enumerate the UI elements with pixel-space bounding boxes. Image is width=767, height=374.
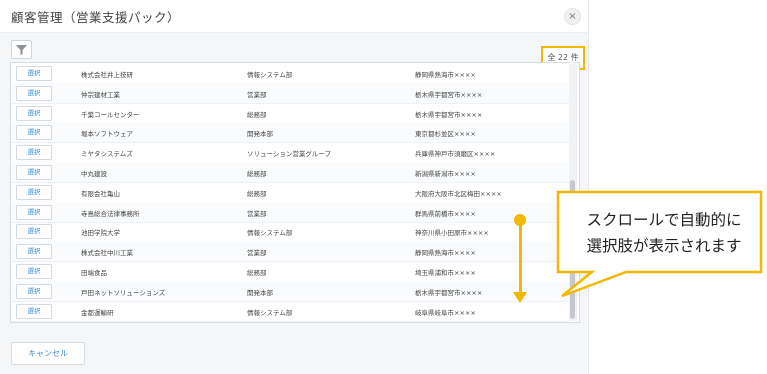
address: 岐阜県岐阜市×××× [415,308,476,317]
address: 静岡県熱海市×××× [415,71,476,79]
department-name: ソリューション営業グループ [247,150,331,159]
table-row: 選択 田端食品 総務部 埼玉県浦和市×××× [11,261,569,282]
select-button[interactable]: 選択 [16,165,52,180]
table-row: 選択 有限会社亀山 総務部 大阪府大阪市北区梅田×××× [11,182,569,203]
cancel-button[interactable]: キャンセル [11,342,85,365]
callout-text: スクロールで自動的に 選択肢が表示されます [566,207,762,259]
select-button[interactable]: 選択 [16,145,52,161]
scroll-arrow-down-icon [513,292,527,303]
address: 栃木県宇都宮市×××× [415,288,483,297]
address: 栃木県宇都宮市×××× [415,110,483,119]
department-name: 総務部 [247,170,267,178]
customer-name: 戸田ネットソリューションズ [81,288,166,297]
customer-name: 寺島総合法律事務所 [81,209,140,218]
table-row: 選択 ミヤタシステムズ ソリューション営業グループ 兵庫県神戸市須磨区×××× [11,142,569,164]
scroll-arrow-line [519,219,522,295]
department-name: 総務部 [247,189,267,198]
select-button[interactable]: 選択 [16,204,52,220]
table-row: 選択 戸田ネットソリューションズ 開発本部 栃木県宇都宮市×××× [11,280,569,302]
address: 大阪府大阪市北区梅田×××× [415,189,502,198]
select-button[interactable]: 選択 [16,264,52,279]
department-name: 総務部 [247,269,267,277]
customer-dialog: 顧客管理（営業支援パック） × 全 22 件 選択 株式会社井上技研 情報システム部… [0,0,589,374]
address: 栃木県宇都宮市×××× [415,90,483,99]
customer-name: 金都運輸研 [81,308,114,317]
select-button[interactable]: 選択 [16,224,52,240]
address: 神奈川県小田原市×××× [415,229,489,238]
callout-line-1: スクロールで自動的に [586,211,742,229]
customer-name: 池田学院大学 [81,229,120,238]
customer-name: 株式会社井上技研 [81,71,133,79]
customer-name: 有限会社亀山 [81,189,120,198]
address: 静岡県熱海市×××× [415,249,476,258]
select-button[interactable]: 選択 [16,244,52,260]
select-button[interactable]: 選択 [16,125,52,141]
department-name: 営業部 [247,209,267,218]
address: 埼玉県浦和市×××× [415,269,476,277]
customer-name: 堀本ソフトウェア [81,130,133,139]
customer-name: 中丸建設 [81,170,107,178]
department-name: 営業部 [247,90,267,99]
close-button[interactable]: × [564,8,581,25]
select-button[interactable]: 選択 [16,105,52,121]
close-icon: × [568,11,577,22]
table-row: 選択 仲宗建材工業 営業部 栃木県宇都宮市×××× [11,82,569,104]
table-row: 選択 寺島総合法律事務所 営業部 群馬県前橋市×××× [11,201,569,223]
department-name: 開発本部 [247,288,273,297]
customer-name: 株式会社中川工業 [81,249,133,258]
department-name: 情報システム部 [247,71,293,79]
department-name: 情報システム部 [247,229,293,238]
customer-table[interactable]: 選択 株式会社井上技研 情報システム部 静岡県熱海市×××× 選択 仲宗建材工業 営業部 栃木… [10,62,580,323]
address: 東京都杉並区×××× [415,130,476,139]
table-row: 選択 金都運輸研 情報システム部 岐阜県岐阜市×××× [11,301,569,322]
address: 群馬県前橋市×××× [415,209,476,218]
department-name: 営業部 [247,249,267,258]
department-name: 情報システム部 [247,308,293,317]
table-row: 選択 千葉コールセンター 総務部 栃木県宇都宮市×××× [11,103,569,124]
customer-name: ミヤタシステムズ [81,150,133,159]
select-button[interactable]: 選択 [16,66,52,81]
table-row: 選択 株式会社井上技研 情報システム部 静岡県熱海市×××× [11,63,569,84]
select-button[interactable]: 選択 [16,85,52,101]
customer-name: 仲宗建材工業 [81,90,120,99]
department-name: 開発本部 [247,130,273,139]
filter-button[interactable] [11,40,32,59]
customer-name: 千葉コールセンター [81,110,140,119]
address: 兵庫県神戸市須磨区×××× [415,150,496,159]
filter-icon [16,45,27,55]
callout-line-2: 選択肢が表示されます [586,237,742,255]
dialog-title: 顧客管理（営業支援パック） [11,10,181,25]
department-name: 総務部 [247,110,267,119]
table-row: 選択 中丸建設 総務部 新潟県新潟市×××× [11,162,569,183]
table-row: 選択 株式会社中川工業 営業部 静岡県熱海市×××× [11,241,569,263]
dialog-header: 顧客管理（営業支援パック） × [0,0,588,33]
address: 新潟県新潟市×××× [415,170,476,178]
table-row: 選択 池田学院大学 情報システム部 神奈川県小田原市×××× [11,221,569,243]
select-button[interactable]: 選択 [16,283,52,299]
select-button[interactable]: 選択 [16,184,52,200]
table-row: 選択 堀本ソフトウェア 開発本部 東京都杉並区×××× [11,122,569,144]
select-button[interactable]: 選択 [16,303,52,319]
customer-name: 田端食品 [81,269,107,277]
